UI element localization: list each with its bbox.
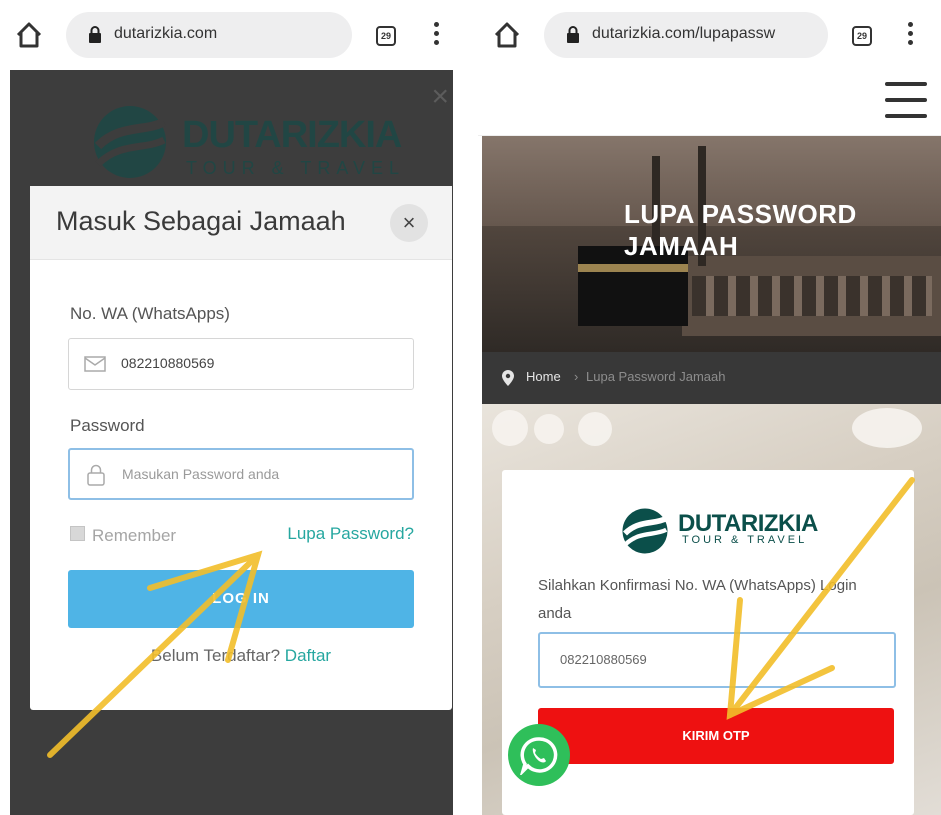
- breadcrumb-home[interactable]: Home: [526, 369, 561, 384]
- password-placeholder: Masukan Password anda: [122, 466, 280, 482]
- whatsapp-icon: [520, 737, 558, 775]
- modal-title: Masuk Sebagai Jamaah: [56, 206, 346, 236]
- browser-toolbar: dutarizkia.com/lupapassw 29: [478, 0, 941, 70]
- card-logo: DUTARIZKIA TOUR & TRAVEL: [620, 506, 820, 556]
- wa-input[interactable]: 082210880569: [68, 338, 414, 390]
- logo-mark-icon: [622, 508, 668, 554]
- address-bar[interactable]: dutarizkia.com: [66, 12, 352, 58]
- site-header: [478, 70, 941, 136]
- modal-close-button[interactable]: ×: [390, 204, 428, 242]
- menu-dots-icon[interactable]: [430, 22, 442, 50]
- wa-input-value: 082210880569: [560, 652, 647, 667]
- password-label: Password: [70, 416, 145, 435]
- page-hero: LUPA PASSWORD JAMAAH: [482, 136, 941, 352]
- forgot-password-link[interactable]: Lupa Password?: [287, 524, 414, 544]
- register-prompt: Belum Terdaftar?: [150, 646, 281, 665]
- location-pin-icon: [502, 370, 514, 386]
- wa-label: No. WA (WhatsApps): [70, 304, 230, 323]
- breadcrumb: Home › Lupa Password Jamaah: [482, 352, 941, 404]
- login-modal: Masuk Sebagai Jamaah × No. WA (WhatsApps…: [30, 186, 452, 710]
- logo-tagline: TOUR & TRAVEL: [186, 158, 406, 178]
- logo-mark-icon: [94, 106, 167, 178]
- hero-kaaba-band: [578, 264, 688, 272]
- hero-arches: [692, 276, 932, 316]
- lock-icon: [89, 26, 101, 43]
- whatsapp-button[interactable]: [508, 724, 570, 786]
- close-icon[interactable]: ×: [431, 82, 449, 112]
- envelope-icon: [84, 356, 106, 372]
- wa-input[interactable]: 082210880569: [538, 632, 896, 688]
- page-title-line2: JAMAAH: [624, 231, 739, 261]
- instruction-text: Silahkan Konfirmasi No. WA (WhatsApps) L…: [538, 577, 857, 622]
- padlock-icon: [87, 464, 105, 486]
- modal-header: Masuk Sebagai Jamaah ×: [30, 186, 452, 260]
- background-logo: DUTARIZKIA TOUR & TRAVEL: [90, 100, 410, 190]
- background-bokeh: [578, 412, 612, 446]
- address-bar[interactable]: dutarizkia.com/lupapassw: [544, 12, 828, 58]
- lock-icon: [567, 26, 579, 43]
- url-text: dutarizkia.com/lupapassw: [592, 25, 776, 42]
- remember-label: Remember: [92, 526, 177, 545]
- browser-toolbar: dutarizkia.com 29: [0, 0, 463, 70]
- background-bokeh: [534, 414, 564, 444]
- register-line: Belum Terdaftar? Daftar: [30, 646, 452, 666]
- background-bokeh: [492, 410, 528, 446]
- menu-dots-icon[interactable]: [904, 22, 916, 50]
- breadcrumb-separator: ›: [574, 369, 579, 384]
- login-button[interactable]: LOG IN: [68, 570, 414, 628]
- home-icon[interactable]: [492, 20, 522, 50]
- page-title-line1: LUPA PASSWORD: [624, 199, 857, 229]
- tab-switcher[interactable]: 29: [852, 26, 872, 46]
- wa-input-value: 082210880569: [121, 355, 215, 371]
- send-otp-button[interactable]: KIRIM OTP: [538, 708, 894, 764]
- logo-tagline: TOUR & TRAVEL: [682, 534, 808, 546]
- logo-name: DUTARIZKIA: [182, 114, 402, 156]
- password-input[interactable]: Masukan Password anda: [68, 448, 414, 500]
- tab-switcher[interactable]: 29: [376, 26, 396, 46]
- hamburger-icon[interactable]: [885, 82, 927, 118]
- register-link[interactable]: Daftar: [285, 646, 331, 665]
- breadcrumb-current: Lupa Password Jamaah: [586, 369, 726, 384]
- background-bokeh: [852, 408, 922, 448]
- home-icon[interactable]: [14, 20, 44, 50]
- url-text: dutarizkia.com: [114, 25, 218, 42]
- page-title: LUPA PASSWORD JAMAAH: [624, 198, 857, 262]
- left-screen: dutarizkia.com 29 × DUTARIZKIA TOUR & TR…: [0, 0, 463, 815]
- right-screen: dutarizkia.com/lupapassw 29 LUPA PASSWOR…: [478, 0, 941, 815]
- remember-checkbox[interactable]: [70, 526, 85, 541]
